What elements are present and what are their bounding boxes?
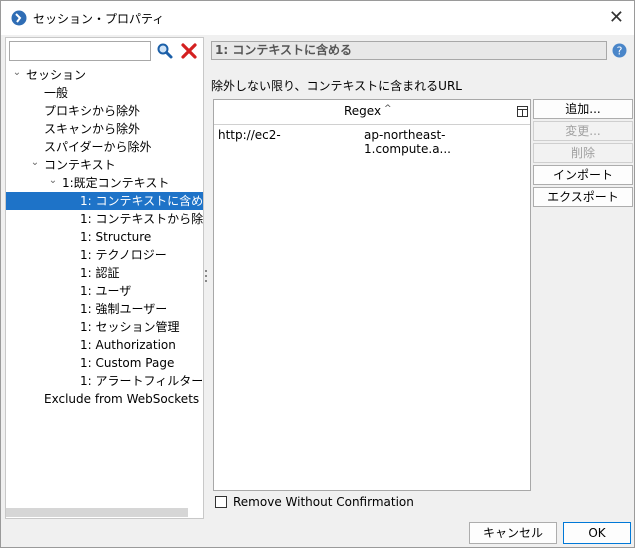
sort-ascending-icon: ^ [384,104,392,114]
panel-description: 除外しない限り、コンテキストに含まれるURL [211,79,462,93]
tree-item[interactable]: セッション [26,66,86,84]
table-header[interactable]: Regex ^ [214,100,530,125]
table-row[interactable]: http://ec2- ap-northeast-1.compute.a... [214,126,530,156]
tree-item[interactable]: プロキシから除外 [44,102,140,120]
remove-without-confirmation-label: Remove Without Confirmation [233,495,414,509]
tree-horizontal-scrollbar[interactable] [6,508,188,517]
column-header-regex[interactable]: Regex [344,104,381,118]
column-config-icon[interactable] [517,106,528,117]
add-button[interactable]: 追加... [533,99,633,119]
tree-item[interactable]: 1: アラートフィルター [80,372,203,390]
remove-button[interactable]: 削除 [533,143,633,163]
title-bar: セッション・プロパティ ✕ [1,1,634,35]
tree-item[interactable]: 1: テクノロジー [80,246,167,264]
tree-item[interactable]: 1: Custom Page [80,354,174,372]
session-properties-dialog: セッション・プロパティ ✕ ⌄ セッション 一般 プロキシから除外 スキャンから除外 スパ… [0,0,635,548]
tree-item[interactable]: 一般 [44,84,68,102]
tree-item[interactable]: 1: 強制ユーザー [80,300,167,318]
tree-item[interactable]: 1: ユーザ [80,282,131,300]
tree-pane: ⌄ セッション 一般 プロキシから除外 スキャンから除外 スパイダーから除外 ⌄ コンテキスト… [5,37,204,519]
modify-button[interactable]: 変更... [533,121,633,141]
table-cell: ap-northeast-1.compute.a... [364,128,451,156]
clear-search-icon[interactable] [180,42,198,60]
table-cell: http://ec2- [218,128,281,142]
tree-item[interactable]: 1: コンテキストから除外 [80,210,203,228]
tree-item[interactable]: スパイダーから除外 [44,138,152,156]
tree-item[interactable]: 1: コンテキストに含める [6,192,203,210]
search-icon[interactable] [156,42,174,60]
tree-item[interactable]: スキャンから除外 [44,120,140,138]
cancel-button[interactable]: キャンセル [469,522,557,544]
tree-item[interactable]: Exclude from WebSockets [44,390,199,408]
expand-chevron-icon[interactable]: ⌄ [12,64,22,82]
expand-chevron-icon[interactable]: ⌄ [48,172,58,190]
export-button[interactable]: エクスポート [533,187,633,207]
tree-item[interactable]: 1: Authorization [80,336,176,354]
tree-item[interactable]: 1: 認証 [80,264,120,282]
splitter-handle[interactable] [204,269,208,283]
import-button[interactable]: インポート [533,165,633,185]
close-icon[interactable]: ✕ [609,7,624,28]
tree-item[interactable]: 1: セッション管理 [80,318,180,336]
tree-item[interactable]: 1: Structure [80,228,151,246]
expand-chevron-icon[interactable]: ⌄ [30,154,40,172]
help-icon[interactable]: ? [612,43,627,58]
ok-button[interactable]: OK [563,522,631,544]
regex-table: Regex ^ http://ec2- ap-northeast-1.compu… [213,99,531,491]
window-title: セッション・プロパティ [33,12,165,26]
search-input[interactable] [9,41,151,61]
svg-text:?: ? [617,45,623,58]
tree-item[interactable]: 1:既定コンテキスト [62,174,169,192]
zap-app-icon [11,10,27,26]
remove-without-confirmation-checkbox[interactable] [215,496,227,508]
panel-title: 1: コンテキストに含める [211,41,607,60]
